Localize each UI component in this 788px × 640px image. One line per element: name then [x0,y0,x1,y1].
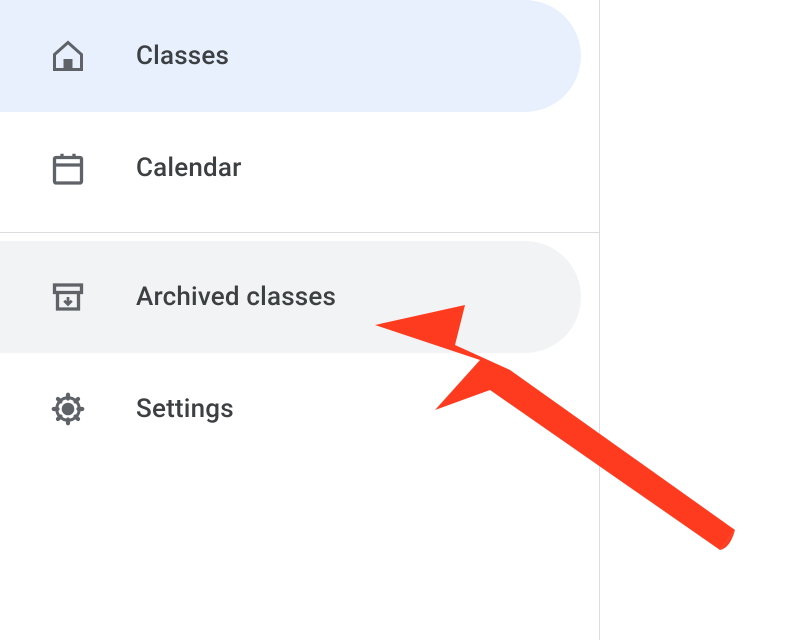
home-icon [50,38,86,74]
sidebar-item-calendar[interactable]: Calendar [0,112,581,224]
gear-icon [50,391,86,427]
sidebar-item-label: Calendar [136,153,241,183]
sidebar-item-label: Settings [136,394,234,424]
sidebar-item-settings[interactable]: Settings [0,353,581,465]
divider [0,232,599,233]
sidebar-item-classes[interactable]: Classes [0,0,581,112]
nav-section-bottom: Archived classes Settings [0,241,599,465]
sidebar-item-archived[interactable]: Archived classes [0,241,581,353]
calendar-icon [50,150,86,186]
nav-section-top: Classes Calendar [0,0,599,224]
archive-icon [50,279,86,315]
sidebar-item-label: Classes [136,41,229,71]
sidebar-item-label: Archived classes [136,282,336,312]
sidebar: Classes Calendar [0,0,600,640]
